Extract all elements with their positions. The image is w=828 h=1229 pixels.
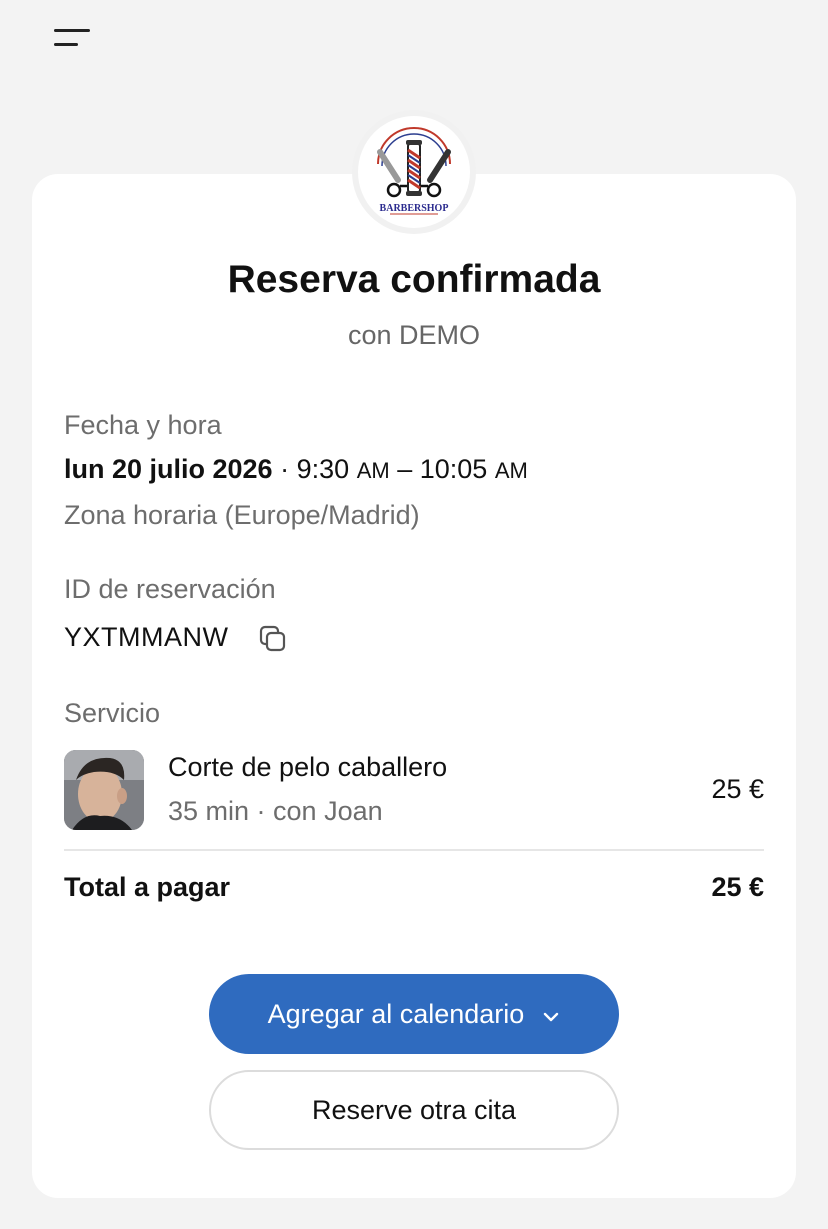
menu-line-top <box>54 29 90 32</box>
service-photo <box>64 750 144 830</box>
logo-text: BARBERSHOP <box>380 203 449 214</box>
total-value: 25 € <box>711 872 764 902</box>
copy-icon[interactable] <box>258 624 288 654</box>
date-separator: · <box>280 454 290 484</box>
start-time: 9:30 <box>296 454 350 484</box>
page-title: Reserva confirmada <box>227 258 601 301</box>
barber-pole-logo: BARBERSHOP <box>358 116 470 228</box>
page-subtitle: con DEMO <box>347 320 481 350</box>
service-price: 25 € <box>711 774 764 804</box>
service-name: Corte de pelo caballero <box>168 752 448 782</box>
end-ampm: AM <box>494 458 528 483</box>
booking-confirmation-card: Reserva confirmada con DEMO Fecha y hora… <box>32 174 796 1198</box>
end-time: 10:05 <box>419 454 488 484</box>
service-meta: 35 min · con Joan <box>168 796 383 826</box>
datetime-value: lun 20 julio 2026 · 9:30 AM – 10:05 AM <box>64 454 528 485</box>
divider <box>64 849 764 851</box>
chevron-down-icon <box>542 999 560 1030</box>
booking-id-label: ID de reservación <box>64 574 276 604</box>
barbershop-logo: BARBERSHOP <box>352 110 476 234</box>
add-to-calendar-button[interactable]: Agregar al calendario <box>209 974 619 1054</box>
total-label: Total a pagar <box>64 872 231 902</box>
add-to-calendar-label: Agregar al calendario <box>267 998 525 1029</box>
datetime-label: Fecha y hora <box>64 410 222 440</box>
booking-id-value: YXTMMANW <box>64 622 229 652</box>
timezone-text: Zona horaria (Europe/Madrid) <box>64 500 420 530</box>
time-dash: – <box>397 454 413 484</box>
hamburger-menu-icon[interactable] <box>50 22 94 54</box>
book-another-label: Reserve otra cita <box>311 1094 517 1125</box>
service-label: Servicio <box>64 698 161 728</box>
date-value: lun 20 julio 2026 <box>64 454 273 484</box>
menu-line-bottom <box>54 43 78 46</box>
book-another-button[interactable]: Reserve otra cita <box>209 1070 619 1150</box>
start-ampm: AM <box>356 458 390 483</box>
